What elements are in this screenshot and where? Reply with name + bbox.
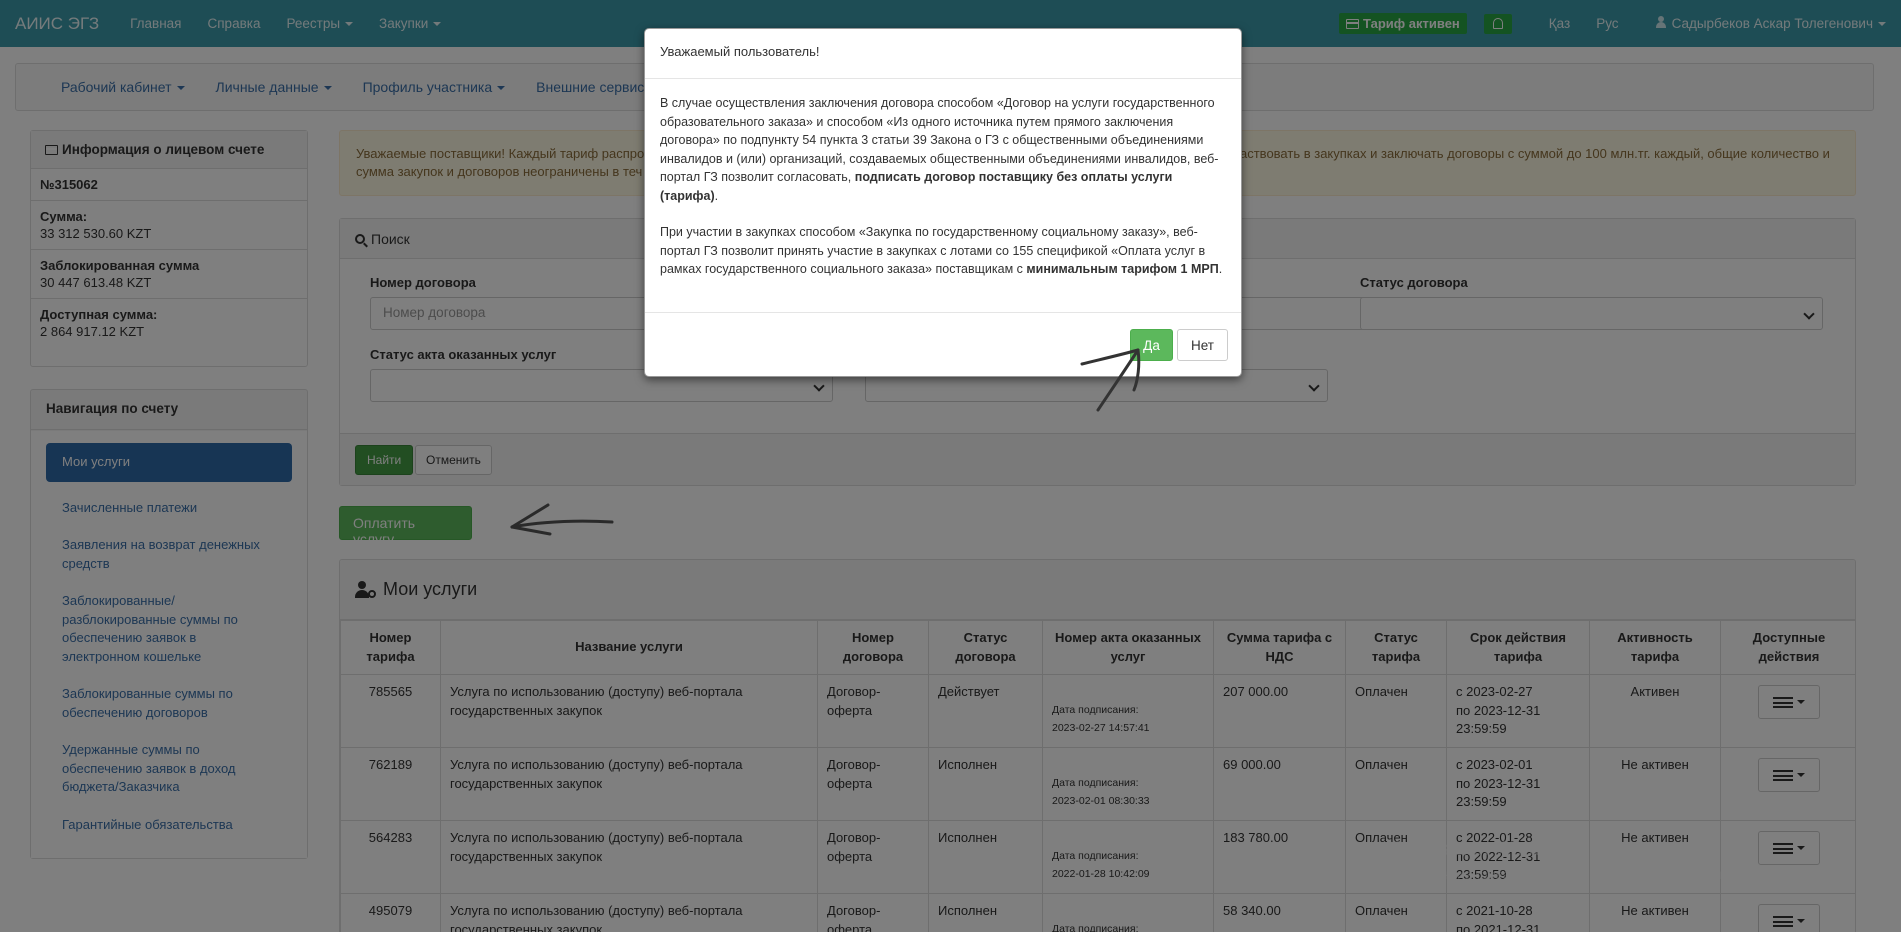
confirm-dialog: Уважаемый пользователь! В случае осущест… bbox=[644, 28, 1242, 377]
yes-button[interactable]: Да bbox=[1130, 329, 1173, 361]
dialog-p2-end: . bbox=[1218, 262, 1223, 276]
dialog-paragraph-1: В случае осуществления заключения догово… bbox=[660, 94, 1226, 205]
dialog-body: В случае осуществления заключения догово… bbox=[645, 79, 1241, 313]
dialog-p1-end: . bbox=[714, 188, 719, 203]
dialog-title: Уважаемый пользователь! bbox=[645, 29, 1241, 79]
dialog-paragraph-2: При участии в закупках способом «Закупка… bbox=[660, 223, 1226, 279]
dialog-p2-bold: минимальным тарифом 1 МРП bbox=[1026, 262, 1219, 276]
no-button[interactable]: Нет bbox=[1177, 329, 1228, 361]
